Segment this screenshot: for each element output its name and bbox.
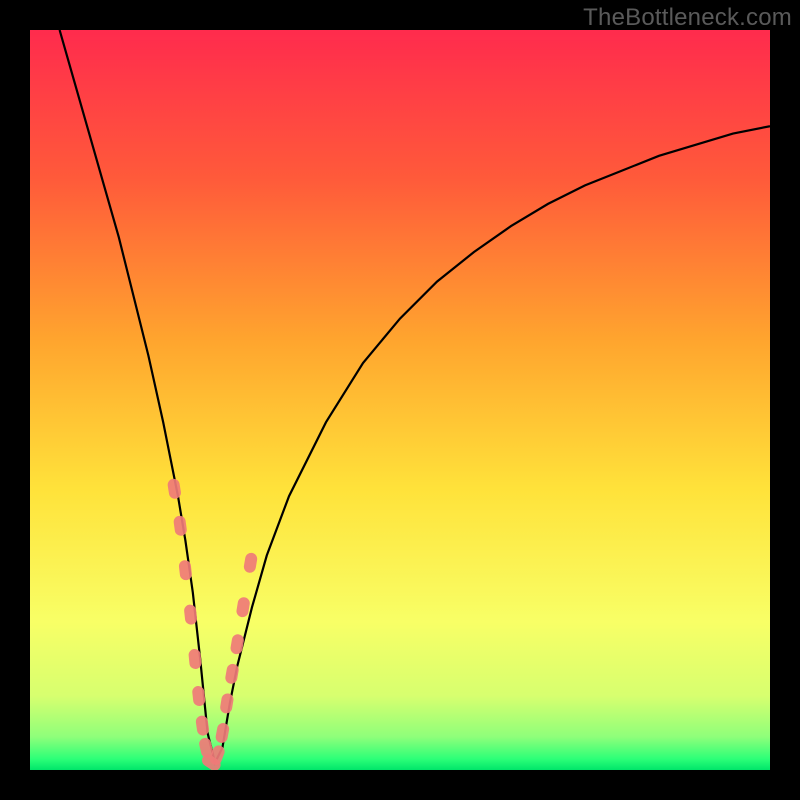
gradient-background <box>30 30 770 770</box>
watermark-text: TheBottleneck.com <box>583 4 792 32</box>
chart-svg <box>30 30 770 770</box>
plot-area <box>30 30 770 770</box>
outer-frame: TheBottleneck.com <box>0 0 800 800</box>
